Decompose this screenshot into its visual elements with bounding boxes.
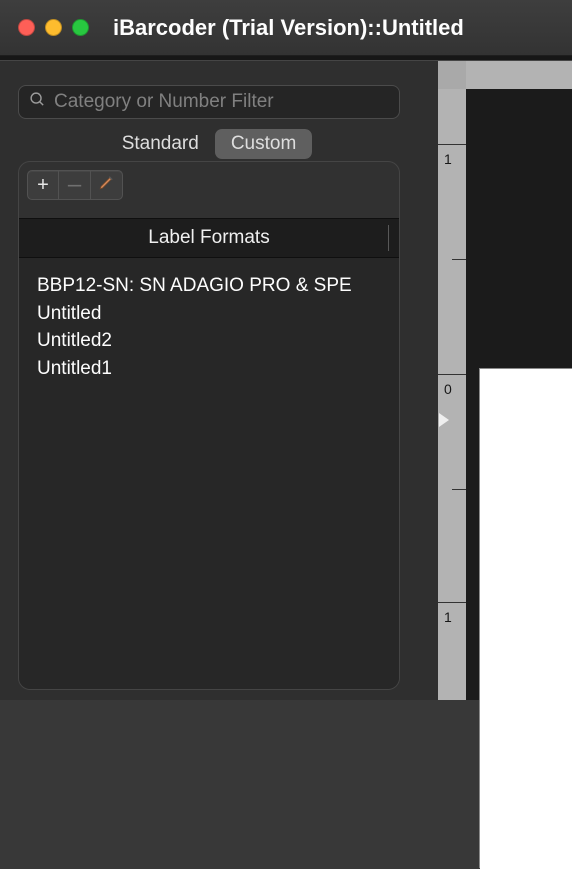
list-item[interactable]: BBP12-SN: SN ADAGIO PRO & SPE — [37, 272, 381, 300]
sidebar: Standard Custom + – Label Formats BBP12-… — [0, 61, 410, 700]
ruler-corner — [438, 61, 466, 89]
window-title: iBarcoder (Trial Version)::Untitled — [113, 15, 464, 41]
tab-standard[interactable]: Standard — [106, 129, 215, 159]
search-icon — [29, 91, 46, 113]
search-field[interactable] — [18, 85, 400, 119]
formats-panel: + – Label Formats BBP12-SN: SN ADAGIO PR… — [18, 161, 400, 690]
formats-header: Label Formats — [19, 218, 399, 258]
document-page[interactable] — [480, 369, 572, 869]
list-item[interactable]: Untitled — [37, 300, 381, 328]
edit-format-button[interactable] — [91, 170, 123, 200]
zoom-window-button[interactable] — [72, 19, 89, 36]
list-item[interactable]: Untitled1 — [37, 355, 381, 383]
canvas-area[interactable]: 1 0 1 — [410, 61, 572, 700]
formats-list: BBP12-SN: SN ADAGIO PRO & SPE Untitled U… — [19, 258, 399, 689]
origin-marker-icon — [439, 413, 449, 427]
ruler-tick-label: 1 — [444, 151, 452, 167]
format-tabs: Standard Custom — [106, 129, 313, 159]
canvas-gutter — [410, 61, 438, 700]
close-window-button[interactable] — [18, 19, 35, 36]
add-format-button[interactable]: + — [27, 170, 59, 200]
ruler-tick-label: 0 — [444, 381, 452, 397]
titlebar: iBarcoder (Trial Version)::Untitled — [0, 0, 572, 56]
workarea: Standard Custom + – Label Formats BBP12-… — [0, 61, 572, 700]
window-controls — [18, 19, 89, 36]
search-input[interactable] — [54, 91, 389, 113]
ruler-vertical: 1 0 1 — [438, 89, 466, 700]
list-item[interactable]: Untitled2 — [37, 327, 381, 355]
tab-custom[interactable]: Custom — [215, 129, 312, 159]
ruler-tick-label: 1 — [444, 609, 452, 625]
formats-toolbar: + – — [19, 162, 399, 200]
remove-format-button[interactable]: – — [59, 170, 91, 200]
minimize-window-button[interactable] — [45, 19, 62, 36]
pencil-icon — [98, 173, 116, 197]
